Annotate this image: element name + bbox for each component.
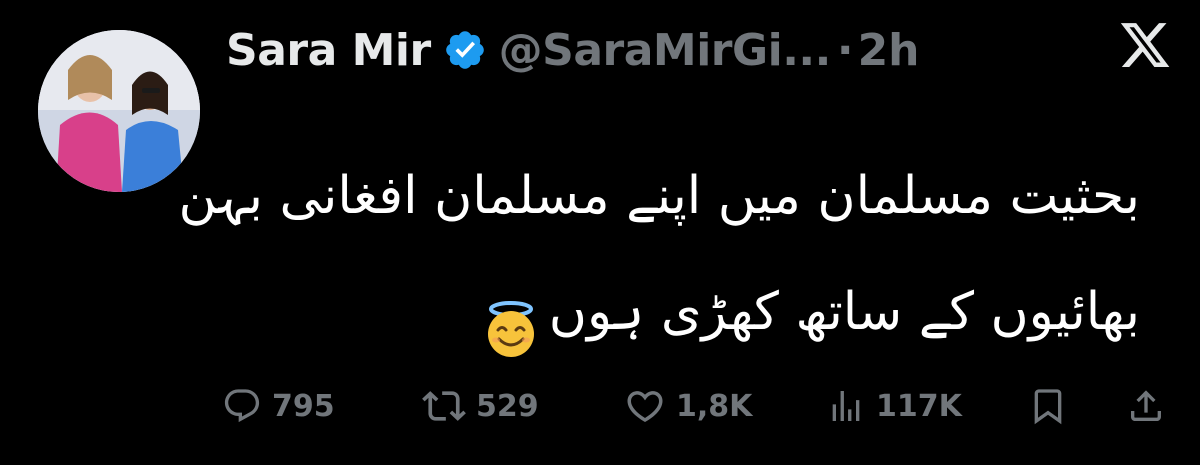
reply-icon	[224, 389, 260, 423]
views-chart-icon	[832, 391, 860, 421]
retweet-button[interactable]: 529	[422, 378, 539, 434]
tweet-body: بحثیت مسلمان میں اپنے مسلمان افغانی بہن …	[178, 138, 1140, 370]
verified-badge-icon	[443, 28, 487, 72]
x-logo-icon[interactable]	[1118, 18, 1172, 72]
heart-icon	[627, 391, 663, 423]
like-count: 1,8K	[676, 388, 753, 424]
smiling-halo-emoji-icon	[481, 285, 541, 357]
bookmark-icon	[1034, 389, 1062, 425]
share-button[interactable]	[1126, 378, 1166, 434]
views-count: 117K	[876, 388, 962, 424]
separator-dot: ·	[836, 24, 854, 76]
author-handle[interactable]: @SaraMirGi...	[499, 25, 832, 76]
reply-button[interactable]: 795	[222, 378, 335, 434]
tweet-header: Sara Mir @SaraMirGi... · 2h	[226, 20, 920, 80]
retweet-count: 529	[476, 388, 539, 424]
views-button[interactable]: 117K	[826, 378, 962, 434]
avatar[interactable]	[38, 30, 200, 192]
timestamp[interactable]: 2h	[858, 25, 920, 76]
tweet-body-line-2-text: بھائیوں کے ساتھ کھڑی ہوں	[548, 282, 1140, 342]
tweet-card[interactable]: Sara Mir @SaraMirGi... · 2h بحثیت مسلمان…	[0, 0, 1200, 465]
action-bar: 795 529 1,8K 117K	[222, 378, 1172, 434]
avatar-image	[38, 30, 200, 192]
retweet-icon	[422, 391, 466, 421]
tweet-body-line-1: بحثیت مسلمان میں اپنے مسلمان افغانی بہن	[178, 166, 1140, 226]
reply-count: 795	[272, 388, 335, 424]
author-name[interactable]: Sara Mir	[226, 25, 431, 76]
bookmark-button[interactable]	[1028, 378, 1068, 434]
like-button[interactable]: 1,8K	[624, 378, 752, 434]
tweet-body-line-2: بھائیوں کے ساتھ کھڑی ہوں	[300, 254, 1140, 370]
share-icon	[1131, 390, 1161, 421]
